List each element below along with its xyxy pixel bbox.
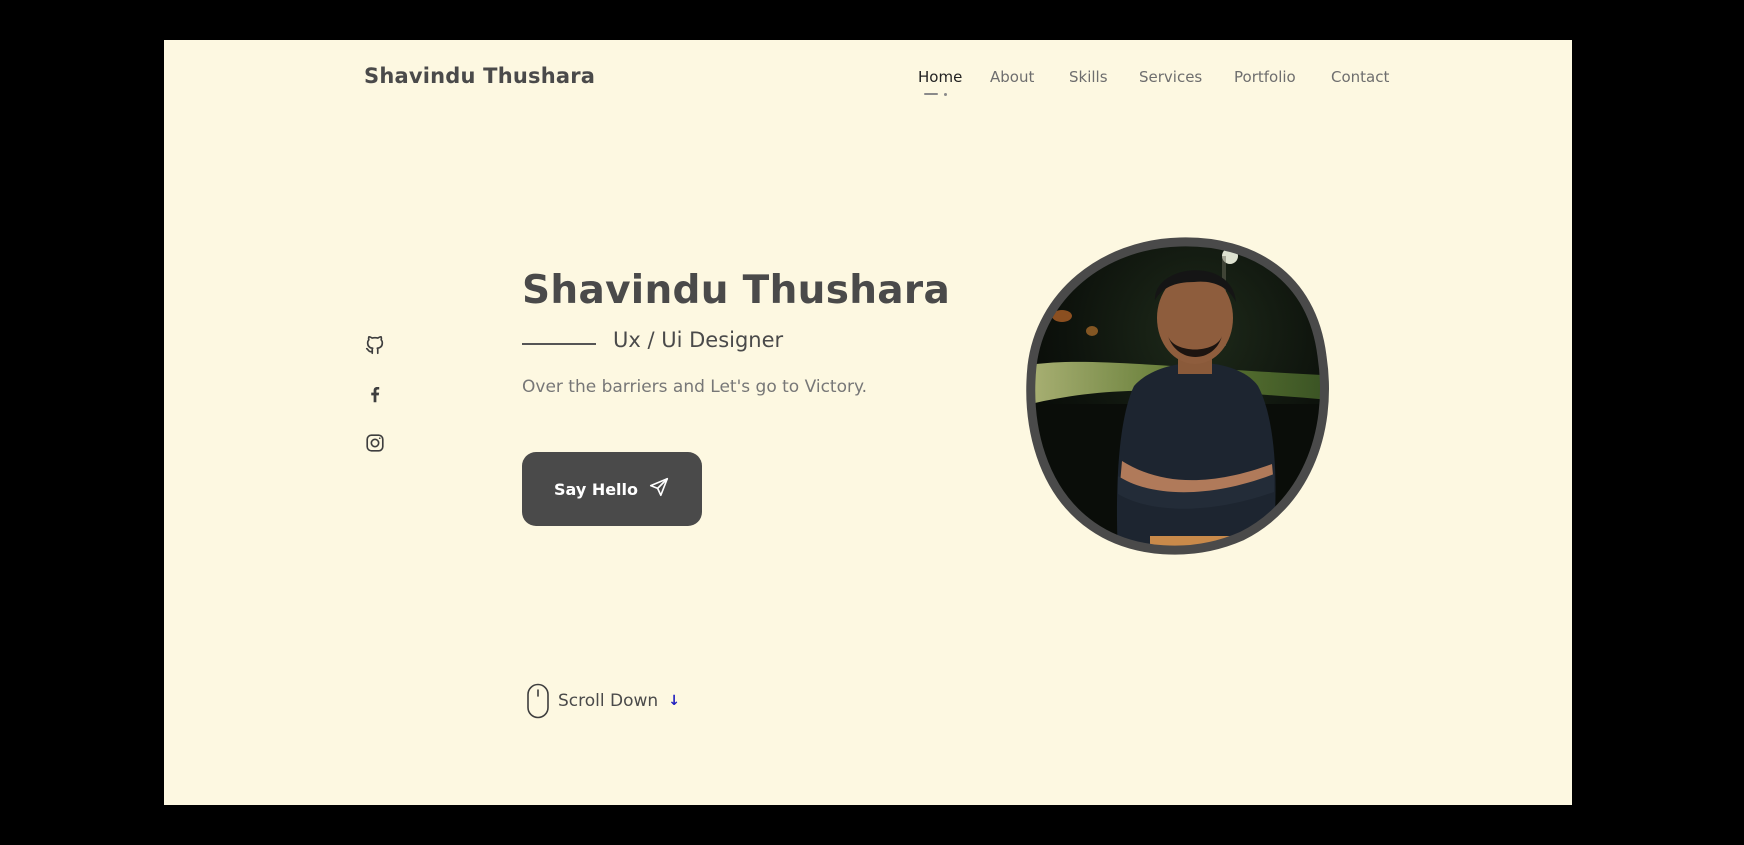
say-hello-label: Say Hello	[553, 479, 639, 499]
subtitle-divider	[522, 343, 596, 345]
hero-subtitle: Ux / Ui Designer	[613, 328, 784, 352]
github-icon[interactable]	[364, 334, 386, 356]
nav-services[interactable]: Services	[1139, 68, 1202, 86]
facebook-icon[interactable]	[364, 383, 386, 405]
scroll-down-link[interactable]: Scroll Down ↓	[526, 683, 680, 719]
hero-tagline: Over the barriers and Let's go to Victor…	[522, 377, 868, 397]
nav-active-indicator	[924, 93, 950, 96]
send-icon	[648, 476, 670, 502]
mouse-icon	[526, 683, 550, 719]
scroll-down-label: Scroll Down	[558, 691, 659, 711]
hero-title: Shavindu Thushara	[522, 268, 951, 313]
main-nav: Home About Skills Services Portfolio Con…	[164, 68, 1572, 108]
nav-skills[interactable]: Skills	[1069, 68, 1108, 86]
page-container: Shavindu Thushara Home About Skills Serv…	[164, 40, 1572, 805]
nav-contact[interactable]: Contact	[1331, 68, 1389, 86]
say-hello-button[interactable]: Say Hello	[522, 452, 702, 526]
arrow-down-icon: ↓	[668, 693, 680, 709]
profile-avatar	[1022, 236, 1342, 556]
nav-about[interactable]: About	[990, 68, 1034, 86]
nav-portfolio[interactable]: Portfolio	[1234, 68, 1296, 86]
nav-home[interactable]: Home	[918, 68, 962, 86]
social-links	[364, 334, 388, 481]
instagram-icon[interactable]	[364, 432, 386, 454]
